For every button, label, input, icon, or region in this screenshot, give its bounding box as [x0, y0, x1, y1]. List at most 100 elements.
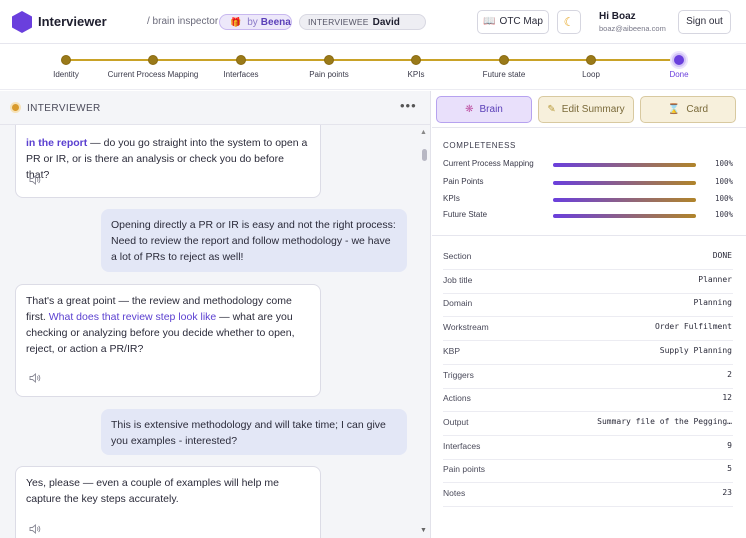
tab-edit-summary[interactable]: ✎ Edit Summary	[538, 96, 634, 123]
brain-icon: ❋	[465, 104, 474, 115]
detail-value: Supply Planning	[659, 345, 732, 355]
detail-row: Workstream Order Fulfilment	[443, 317, 733, 342]
step-dot	[499, 55, 509, 65]
detail-row: Domain Planning	[443, 293, 733, 318]
detail-value: 12	[722, 393, 732, 403]
detail-key: Interfaces	[443, 440, 481, 451]
moon-icon: ☾	[563, 15, 575, 29]
detail-value: Planner	[698, 274, 732, 284]
completeness-bar	[553, 198, 696, 202]
completeness-label: KPIs	[443, 194, 460, 203]
author-name: Beena	[260, 17, 291, 28]
detail-row: Section DONE	[443, 246, 733, 270]
completeness-bar	[553, 214, 696, 218]
interviewee-badge: INTERVIEWEE David	[299, 14, 426, 30]
chat-header: INTERVIEWER •••	[0, 91, 430, 125]
detail-key: Notes	[443, 488, 466, 498]
app-title: Interviewer	[38, 14, 107, 29]
step-pain-points[interactable]: Pain points	[309, 44, 349, 90]
step-interfaces[interactable]: Interfaces	[223, 44, 259, 90]
scroll-up-arrow-icon[interactable]: ▲	[420, 129, 427, 136]
detail-row: Notes 23	[443, 483, 733, 507]
detail-key: Job title	[443, 274, 473, 285]
detail-value: 5	[727, 464, 732, 474]
step-future-state[interactable]: Future state	[483, 44, 525, 90]
detail-key: Workstream	[443, 322, 489, 333]
interviewee-name: David	[372, 17, 400, 28]
detail-key: KBP	[443, 345, 461, 356]
detail-value: 23	[722, 488, 732, 497]
step-dot	[236, 55, 246, 65]
completeness-row: Future State 100%	[443, 210, 743, 222]
sign-out-button[interactable]: Sign out	[678, 10, 731, 34]
dark-mode-toggle[interactable]: ☾	[557, 10, 581, 34]
speaker-icon[interactable]	[29, 373, 41, 383]
completeness-title: COMPLETENESS	[443, 141, 516, 150]
step-dot	[411, 55, 421, 65]
detail-row: Triggers 2	[443, 365, 733, 389]
detail-row: Actions 12	[443, 388, 733, 413]
detail-key: Section	[443, 251, 472, 261]
speaker-icon[interactable]	[29, 524, 41, 534]
step-dot	[672, 53, 686, 67]
scroll-down-arrow-icon[interactable]: ▼	[420, 527, 427, 534]
author-badge: 🎁 by Beena	[219, 14, 292, 30]
bot-message: Yes, please — even a couple of examples …	[15, 466, 321, 538]
divider	[432, 235, 746, 236]
detail-value: 2	[727, 369, 732, 379]
completeness-label: Future State	[443, 210, 488, 219]
completeness-percent: 100%	[714, 194, 733, 203]
progress-stepper: Identity Current Process Mapping Interface…	[0, 44, 746, 90]
detail-row: Pain points 5	[443, 459, 733, 484]
app-header: Interviewer / brain inspector 🎁 by Beena I…	[0, 0, 746, 44]
chat-title: INTERVIEWER	[27, 103, 101, 114]
inspector-panel: ❋ Brain ✎ Edit Summary ⌛ Card COMPLETENESS …	[432, 91, 746, 538]
step-loop[interactable]: Loop	[582, 44, 600, 90]
highlighted-question: in the report	[26, 137, 88, 149]
step-dot	[586, 55, 596, 65]
live-status-dot	[12, 104, 19, 111]
detail-key: Pain points	[443, 464, 486, 475]
completeness-bar	[553, 181, 696, 185]
otc-map-button[interactable]: 📖 OTC Map	[477, 10, 549, 34]
step-dot	[61, 55, 71, 65]
step-identity[interactable]: Identity	[53, 44, 79, 90]
scroll-thumb[interactable]	[422, 149, 427, 161]
detail-key: Actions	[443, 393, 471, 404]
tab-brain[interactable]: ❋ Brain	[436, 96, 532, 123]
bot-message: That's a great point — the review and me…	[15, 284, 321, 397]
chat-scrollbar[interactable]: ▲ ▼	[420, 127, 428, 537]
completeness-label: Current Process Mapping	[443, 159, 534, 168]
step-current-process-mapping[interactable]: Current Process Mapping	[108, 44, 198, 90]
detail-value: Order Fulfilment	[654, 322, 732, 332]
completeness-percent: 100%	[714, 210, 733, 219]
detail-key: Triggers	[443, 369, 474, 380]
detail-value: DONE	[712, 251, 732, 260]
completeness-label: Pain Points	[443, 177, 484, 186]
completeness-percent: 100%	[714, 177, 733, 186]
detail-value: Planning	[693, 298, 732, 308]
step-dot	[148, 55, 158, 65]
book-icon: 📖	[483, 16, 496, 27]
user-greeting: Hi Boaz	[599, 11, 636, 22]
more-options-icon[interactable]: •••	[400, 98, 417, 113]
completeness-row: Current Process Mapping 100%	[443, 159, 743, 171]
hexagon-logo-icon	[12, 11, 32, 33]
detail-value: 9	[727, 440, 732, 450]
detail-value: Summary file of the Pegging…	[597, 416, 732, 426]
user-email: boaz@aibeena.com	[599, 24, 666, 33]
step-kpis[interactable]: KPIs	[408, 44, 424, 90]
detail-row: Job title Planner	[443, 270, 733, 294]
completeness-bar	[553, 163, 696, 167]
highlighted-question: What does that review step look like	[48, 311, 217, 323]
step-done[interactable]: Done	[669, 44, 689, 90]
step-label: Done	[669, 70, 689, 79]
gift-icon: 🎁	[230, 17, 242, 27]
speaker-icon[interactable]	[29, 175, 41, 185]
detail-row: Interfaces 9	[443, 436, 733, 460]
detail-key: Domain	[443, 298, 473, 309]
user-message: This is extensive methodology and will t…	[101, 409, 407, 455]
completeness-row: Pain Points 100%	[443, 177, 743, 189]
tab-card[interactable]: ⌛ Card	[640, 96, 736, 123]
breadcrumb: / brain inspector	[147, 16, 219, 27]
